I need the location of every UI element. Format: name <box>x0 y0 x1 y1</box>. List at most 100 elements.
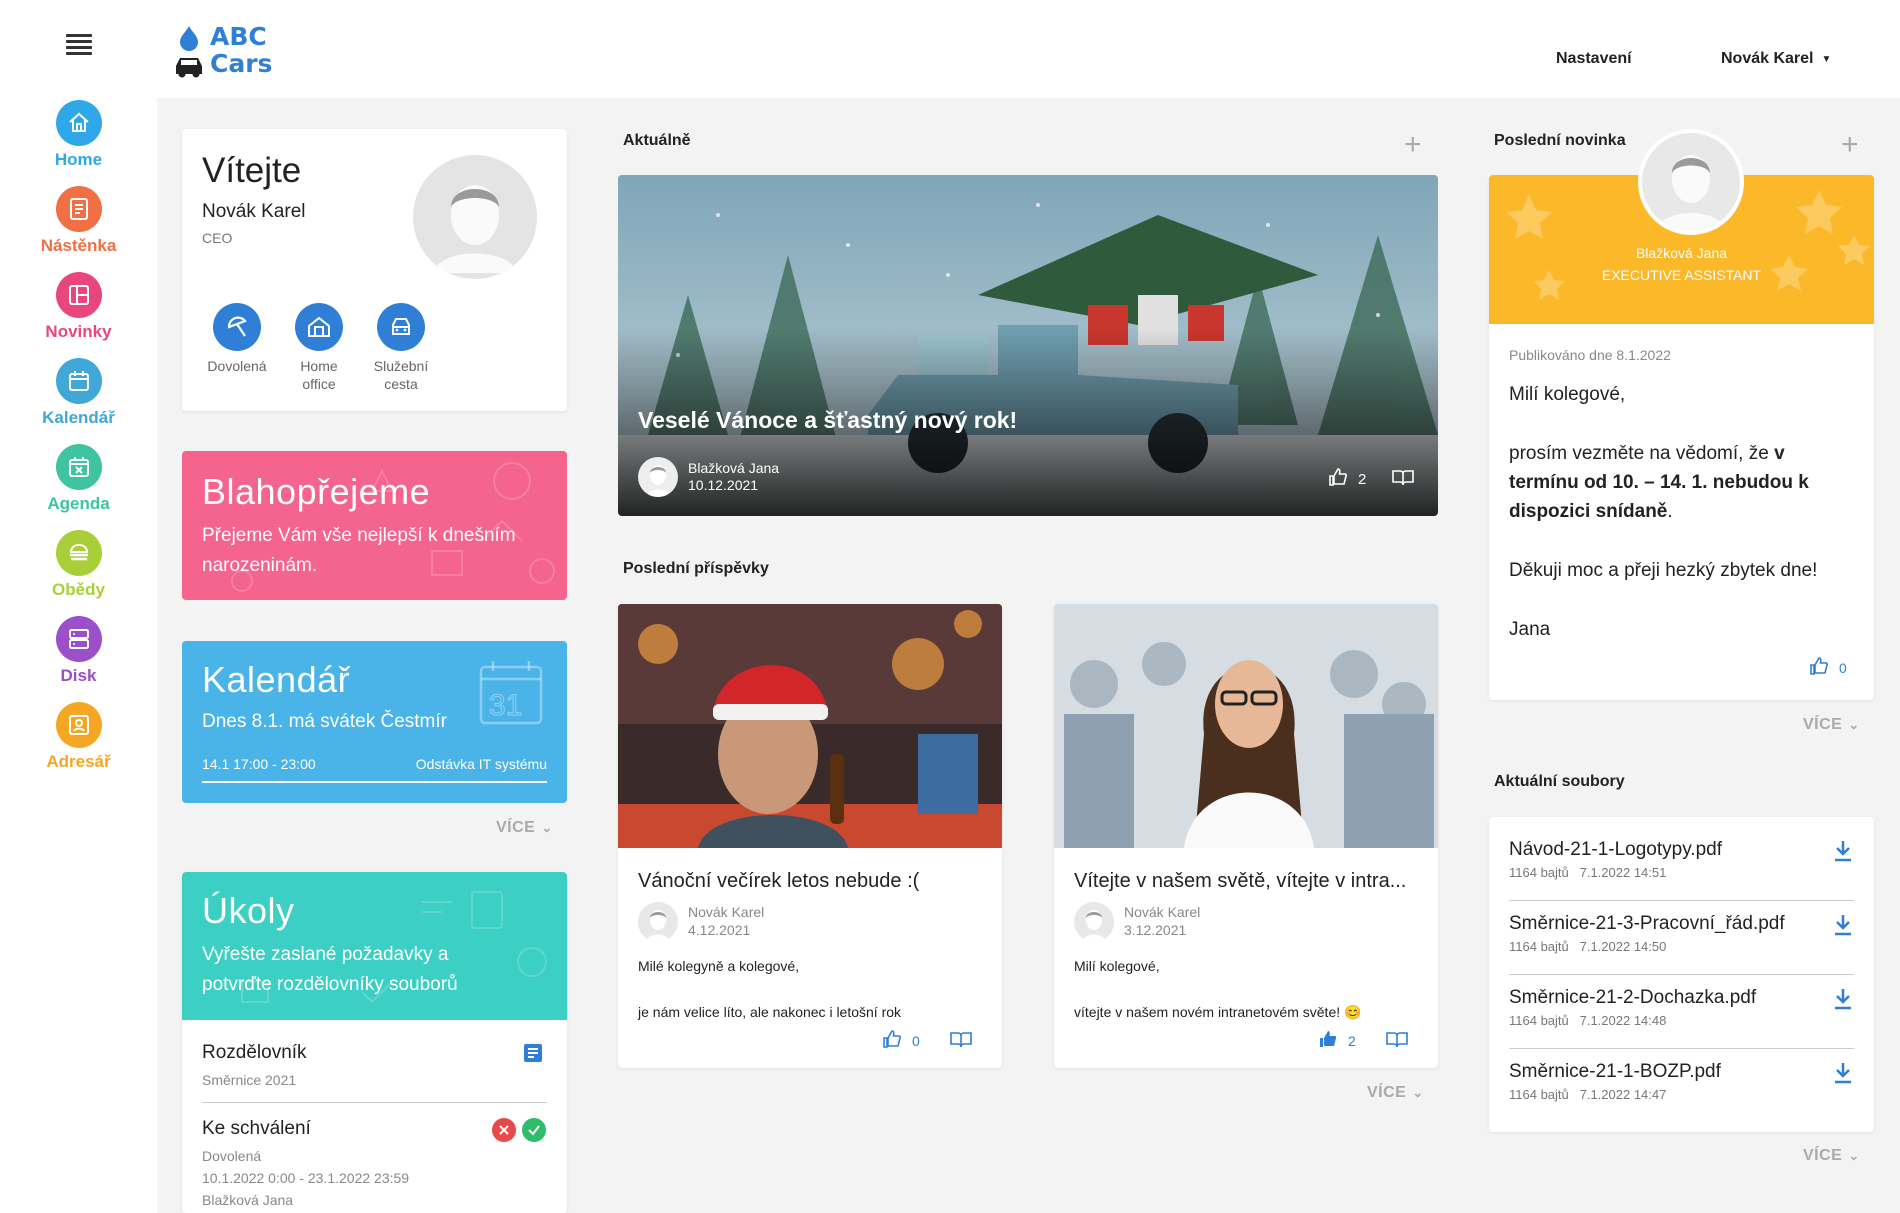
more-label: VÍCE <box>1803 716 1843 733</box>
author-avatar <box>638 457 678 497</box>
vacation-icon <box>213 303 261 351</box>
post-card[interactable]: Vítejte v našem světě, vítejte v intra..… <box>1054 604 1438 1068</box>
section-files-title: Aktuální soubory <box>1494 773 1625 790</box>
files-card: Návod-21-1-Logotypy.pdf 1164 bajtů 7.1.2… <box>1489 817 1874 1132</box>
add-current-plus-icon[interactable]: + <box>1404 130 1422 160</box>
file-name[interactable]: Směrnice-21-2-Dochazka.pdf <box>1509 987 1854 1009</box>
file-name[interactable]: Směrnice-21-3-Pracovní_řád.pdf <box>1509 913 1854 935</box>
reject-icon[interactable] <box>492 1118 516 1142</box>
sidebar-item-obedy[interactable]: Obědy <box>0 530 157 600</box>
body-signature: Jana <box>1509 619 1551 640</box>
file-row[interactable]: Směrnice-21-1-BOZP.pdf 1164 bajtů 7.1.20… <box>1509 1061 1854 1102</box>
current-news-title: Veselé Vánoce a šťastný nový rok! <box>638 407 1018 433</box>
file-date: 7.1.2022 14:47 <box>1579 1087 1667 1102</box>
body-paragraph: prosím vezměte na vědomí, že v termínu o… <box>1509 439 1859 526</box>
sidebar-item-disk[interactable]: Disk <box>0 616 157 686</box>
file-divider <box>1509 1048 1854 1049</box>
hamburger-menu-icon[interactable] <box>66 34 92 55</box>
like-count: 2 <box>1348 1032 1356 1049</box>
like-icon[interactable] <box>1809 657 1829 678</box>
document-icon[interactable] <box>522 1042 544 1069</box>
welcome-role: CEO <box>202 230 233 246</box>
task-divider <box>202 1102 547 1103</box>
calendar-more-link[interactable]: VÍCE ⌄ <box>496 819 553 837</box>
welcome-card: Vítejte Novák Karel CEO Dovolená Home of… <box>182 129 567 411</box>
file-size: 1164 bajtů <box>1509 1013 1569 1028</box>
calendar-banner[interactable]: 31 Kalendář Dnes 8.1. má svátek Čestmír … <box>182 641 567 803</box>
more-label: VÍCE <box>1803 1147 1843 1164</box>
author-name: Novák Karel <box>1124 904 1201 920</box>
file-divider <box>1509 974 1854 975</box>
post-title: Vítejte v našem světě, vítejte v intra..… <box>1074 870 1407 892</box>
business-trip-button[interactable]: Služební cesta <box>366 303 436 393</box>
like-icon-filled[interactable] <box>1318 1030 1338 1051</box>
chevron-down-icon: ⌄ <box>541 820 553 835</box>
latest-news-card[interactable]: Blažková Jana EXECUTIVE ASSISTANT Publik… <box>1489 129 1874 700</box>
logo[interactable]: ABC Cars <box>172 22 272 78</box>
file-name[interactable]: Návod-21-1-Logotypy.pdf <box>1509 839 1854 861</box>
birthday-banner[interactable]: Blahopřejeme Přejeme Vám vše nejlepší k … <box>182 451 567 600</box>
add-latest-plus-icon[interactable]: + <box>1841 130 1859 160</box>
sidebar-item-novinky[interactable]: Novinky <box>0 272 157 342</box>
file-name[interactable]: Směrnice-21-1-BOZP.pdf <box>1509 1061 1854 1083</box>
like-icon[interactable] <box>1328 468 1348 490</box>
files-more-link[interactable]: VÍCE ⌄ <box>1803 1147 1860 1165</box>
calendar-title: Kalendář <box>202 659 351 700</box>
sidebar-item-agenda[interactable]: Agenda <box>0 444 157 514</box>
file-row[interactable]: Směrnice-21-3-Pracovní_řád.pdf 1164 bajt… <box>1509 913 1854 954</box>
calendar-icon <box>55 358 102 404</box>
download-icon[interactable] <box>1832 839 1854 865</box>
task-subtitle: Dovolená <box>202 1148 262 1164</box>
file-date: 7.1.2022 14:50 <box>1579 939 1667 954</box>
sidebar-item-adresar[interactable]: Adresář <box>0 702 157 772</box>
vacation-label: Dovolená <box>207 358 267 374</box>
home-office-button[interactable]: Home office <box>284 303 354 393</box>
vacation-button[interactable]: Dovolená <box>202 303 272 375</box>
download-icon[interactable] <box>1832 987 1854 1013</box>
current-news-card[interactable]: Veselé Vánoce a šťastný nový rok! Blažko… <box>618 175 1438 516</box>
task-title[interactable]: Rozdělovník <box>202 1042 307 1064</box>
board-icon <box>55 186 102 232</box>
latest-more-link[interactable]: VÍCE ⌄ <box>1803 716 1860 734</box>
sidebar: Home Nástěnka Novinky Kalendář Agenda Ob… <box>0 0 157 1213</box>
chevron-down-icon: ⌄ <box>1848 1148 1860 1163</box>
published-date: Publikováno dne 8.1.2022 <box>1509 347 1671 363</box>
sidebar-item-home[interactable]: Home <box>0 100 157 170</box>
task-title[interactable]: Ke schválení <box>202 1118 311 1140</box>
file-date: 7.1.2022 14:48 <box>1579 1013 1667 1028</box>
read-icon[interactable] <box>1392 468 1415 490</box>
sidebar-item-kalendar[interactable]: Kalendář <box>0 358 157 428</box>
posts-more-link[interactable]: VÍCE ⌄ <box>1367 1084 1424 1102</box>
welcome-title: Vítejte <box>202 151 302 190</box>
user-menu-button[interactable]: Novák Karel ▼ <box>1721 50 1831 68</box>
approve-icon[interactable] <box>522 1118 546 1142</box>
event-divider <box>202 781 547 783</box>
user-avatar[interactable] <box>413 155 537 279</box>
calendar-watermark-icon: 31 <box>479 661 543 725</box>
tasks-banner[interactable]: Úkoly Vyřešte zaslané požadavky a potvrď… <box>182 872 567 1020</box>
post-date: 3.12.2021 <box>1124 922 1187 938</box>
download-icon[interactable] <box>1832 913 1854 939</box>
post-card[interactable]: Vánoční večírek letos nebude :( Novák Ka… <box>618 604 1002 1068</box>
welcome-name: Novák Karel <box>202 201 306 222</box>
sidebar-item-label: Agenda <box>47 494 110 513</box>
file-size: 1164 bajtů <box>1509 865 1569 880</box>
sidebar-item-label: Obědy <box>52 580 105 599</box>
birthday-title: Blahopřejeme <box>202 471 431 512</box>
file-row[interactable]: Návod-21-1-Logotypy.pdf 1164 bajtů 7.1.2… <box>1509 839 1854 880</box>
disk-icon <box>55 616 102 662</box>
read-icon[interactable] <box>949 1030 972 1051</box>
news-icon <box>55 272 102 318</box>
file-row[interactable]: Směrnice-21-2-Dochazka.pdf 1164 bajtů 7.… <box>1509 987 1854 1028</box>
download-icon[interactable] <box>1832 1061 1854 1087</box>
settings-link[interactable]: Nastavení <box>1556 50 1632 68</box>
task-subtitle: Směrnice 2021 <box>202 1072 297 1088</box>
like-count: 0 <box>912 1032 920 1049</box>
sidebar-item-nastenka[interactable]: Nástěnka <box>0 186 157 256</box>
author-name: Novák Karel <box>688 904 765 920</box>
sidebar-item-label: Nástěnka <box>40 236 117 255</box>
like-icon[interactable] <box>882 1030 902 1051</box>
read-icon[interactable] <box>1385 1030 1408 1051</box>
sidebar-item-label: Disk <box>60 666 97 685</box>
svg-text:31: 31 <box>489 689 522 722</box>
